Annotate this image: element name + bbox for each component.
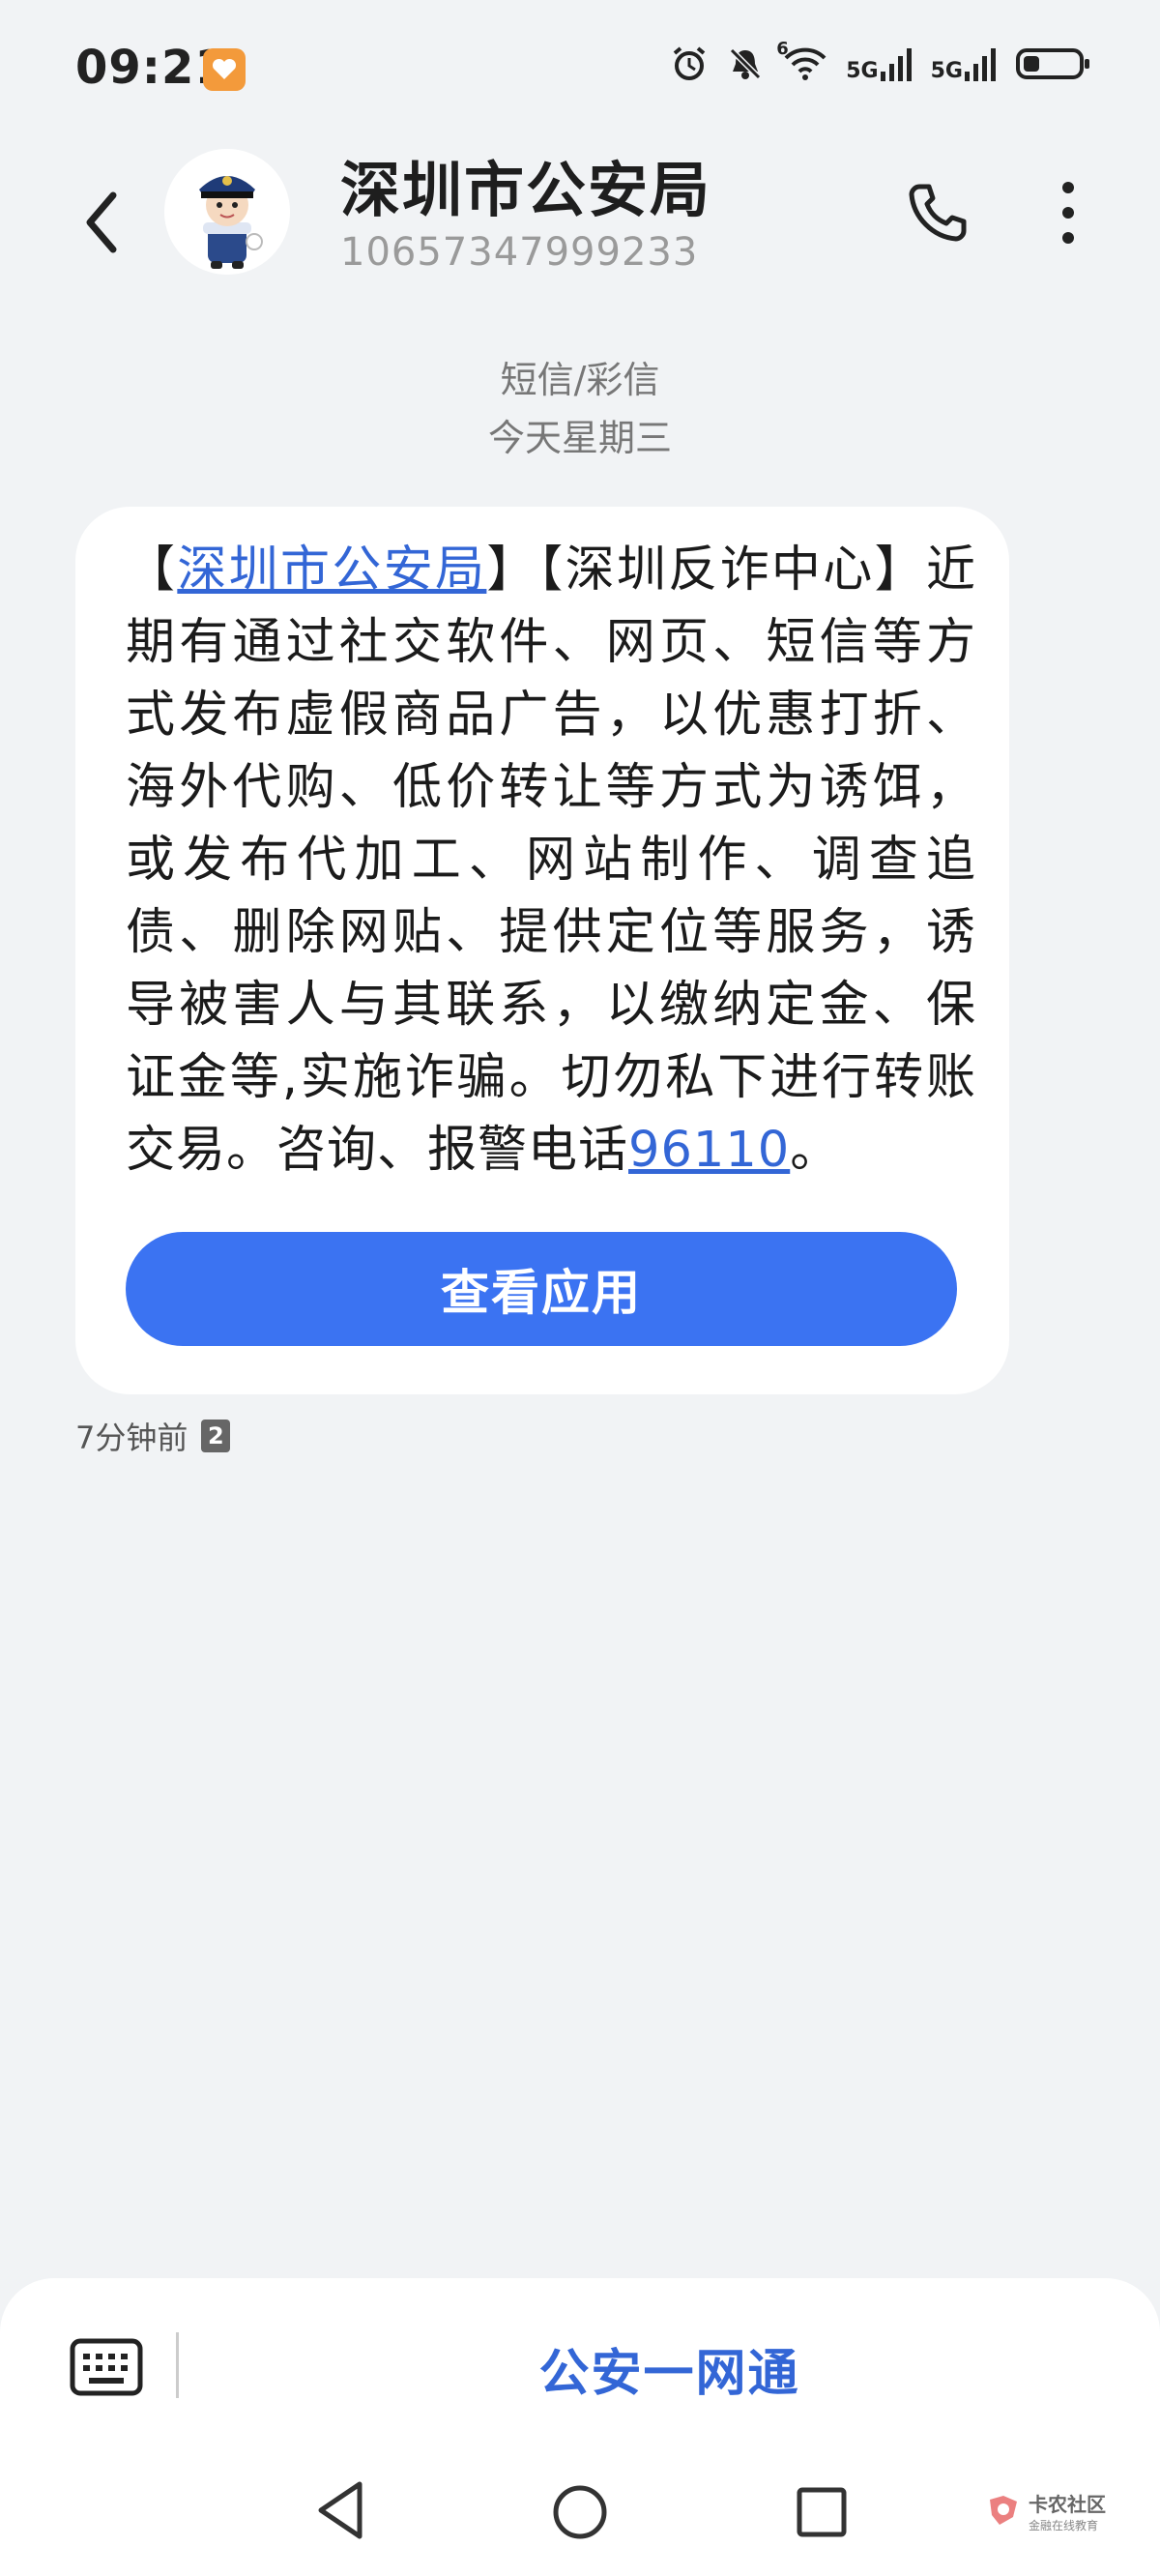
wifi-icon: 6 xyxy=(776,39,828,83)
nav-home-button[interactable] xyxy=(539,2472,621,2553)
mute-icon xyxy=(730,47,762,80)
chevron-left-icon xyxy=(86,191,117,253)
service-menu-button[interactable]: 公安一网通 xyxy=(179,2332,1160,2403)
status-bar: 09:21 6 5G 5G xyxy=(0,0,1160,135)
back-button[interactable] xyxy=(68,174,135,271)
signal-sim2: 5G xyxy=(931,44,998,83)
message-text: 【深圳市公安局】【深圳反诈中心】近期有通过社交软件、网页、短信等方式发布虚假商品… xyxy=(126,534,976,1186)
signal-icon xyxy=(965,48,996,81)
signal-sim1: 5G xyxy=(846,44,913,83)
wifi-label: 6 xyxy=(776,39,789,59)
date-separator: 今天星期三 xyxy=(487,417,672,459)
status-icons: 6 5G 5G xyxy=(670,39,1092,83)
net-type-1: 5G xyxy=(846,59,879,83)
message-type-label: 短信/彩信 xyxy=(500,359,660,401)
contact-number: 10657347999233 xyxy=(340,230,699,275)
phone-icon xyxy=(909,184,967,242)
app-notification-icon xyxy=(203,48,246,91)
watermark-logo-icon xyxy=(990,2496,1017,2525)
message-meta: 7分钟前 2 xyxy=(75,1414,231,1458)
signal-icon xyxy=(880,48,912,81)
view-app-button[interactable]: 查看应用 xyxy=(126,1232,957,1346)
text-body: 】【深圳反诈中心】近期有通过社交软件、网页、短信等方式发布虚假商品广告，以优惠打… xyxy=(126,542,976,1179)
police-avatar-icon xyxy=(164,149,290,275)
nav-recents-button[interactable] xyxy=(781,2472,862,2553)
contact-name: 深圳市公安局 xyxy=(340,155,712,225)
keyboard-icon xyxy=(70,2338,143,2396)
alarm-icon xyxy=(673,46,706,80)
watermark-text: 卡农社区 xyxy=(1029,2493,1106,2516)
triangle-back-icon xyxy=(318,2481,362,2539)
keyboard-button[interactable] xyxy=(70,2336,143,2398)
conversation-header: 深圳市公安局 10657347999233 xyxy=(0,135,1160,329)
message-timestamp: 7分钟前 xyxy=(75,1420,188,1456)
circle-home-icon xyxy=(553,2485,607,2539)
sim-badge: 2 xyxy=(201,1420,231,1452)
call-button[interactable] xyxy=(899,174,976,251)
avatar[interactable] xyxy=(164,149,290,275)
nav-back-button[interactable] xyxy=(302,2472,379,2549)
battery-icon xyxy=(1016,48,1089,79)
square-recents-icon xyxy=(797,2487,847,2537)
phone-number-link[interactable]: 96110 xyxy=(628,1122,790,1179)
sender-link[interactable]: 深圳市公安局 xyxy=(177,542,486,599)
watermark-subtext: 金融在线教育 xyxy=(1029,2519,1099,2532)
message-bubble[interactable]: 【深圳市公安局】【深圳反诈中心】近期有通过社交软件、网页、短信等方式发布虚假商品… xyxy=(75,507,1009,1394)
text-end: 。 xyxy=(790,1122,841,1179)
more-vertical-icon xyxy=(1062,182,1074,244)
more-options-button[interactable] xyxy=(1034,174,1102,251)
watermark: 卡农社区 金融在线教育 xyxy=(984,2489,1106,2533)
text-bracket-open: 【 xyxy=(126,542,178,599)
net-type-2: 5G xyxy=(930,59,963,83)
